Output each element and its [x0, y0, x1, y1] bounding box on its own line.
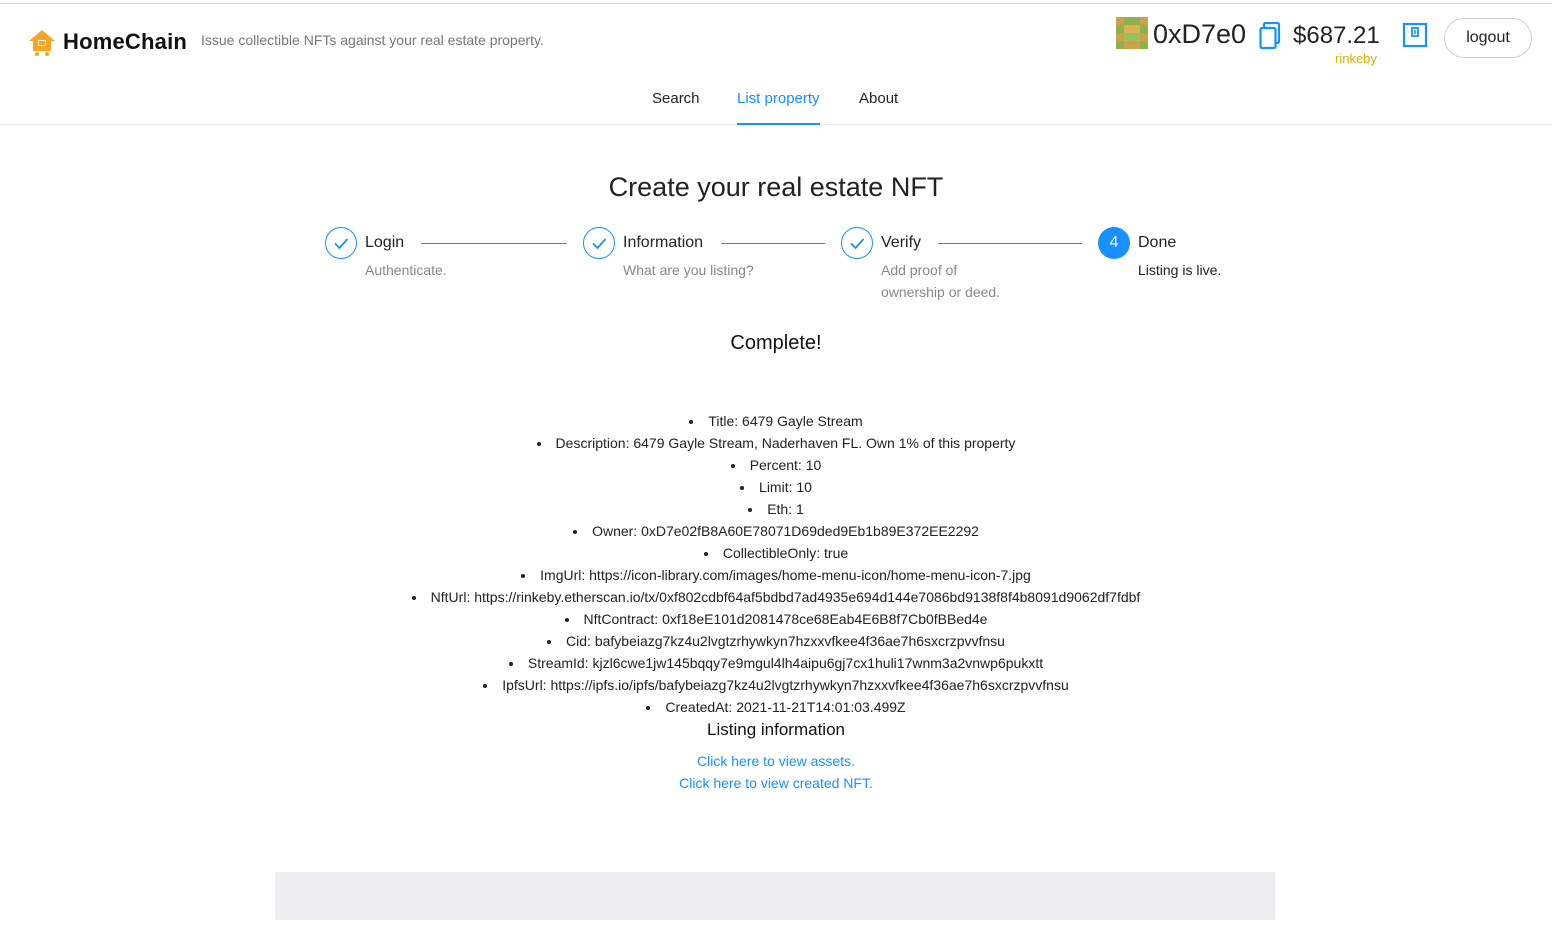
step-information-title: Information [623, 234, 704, 251]
detail-nft-url: NftUrl: https://rinkeby.etherscan.io/tx/… [0, 586, 1552, 608]
step-information-check-icon [583, 227, 615, 259]
step-connector [938, 243, 1082, 244]
detail-percent: Percent: 10 [0, 454, 1552, 476]
tab-about[interactable]: About [859, 90, 898, 125]
detail-ipfs-url: IpfsUrl: https://ipfs.io/ipfs/bafybeiazg… [0, 674, 1552, 696]
step-done-title: Done [1138, 234, 1177, 251]
detail-limit: Limit: 10 [0, 476, 1552, 498]
tagline: Issue collectible NFTs against your real… [201, 32, 544, 48]
identicon-avatar [1116, 17, 1148, 49]
view-nft-link[interactable]: Click here to view created NFT. [679, 775, 873, 791]
app-header: HomeChain Issue collectible NFTs against… [0, 0, 1552, 125]
detail-owner: Owner: 0xD7e02fB8A60E78071D69ded9Eb1b89E… [0, 520, 1552, 542]
nav-tabs: Search List property About [0, 90, 1552, 125]
detail-collectible-only: CollectibleOnly: true [0, 542, 1552, 564]
step-login-title: Login [365, 234, 405, 251]
logout-button[interactable]: logout [1444, 18, 1532, 58]
detail-nft-contract: NftContract: 0xf18eE101d2081478ce68Eab4E… [0, 608, 1552, 630]
footer-bar [275, 872, 1275, 920]
detail-created-at: CreatedAt: 2021-11-21T14:01:03.499Z [0, 696, 1552, 718]
detail-cid: Cid: bafybeiazg7kz4u2lvgtzrhywkyn7hzxxvf… [0, 630, 1552, 652]
wallet-balance: $687.21 [1293, 22, 1380, 49]
view-nft-row: Click here to view created NFT. [0, 775, 1552, 791]
step-verify-check-icon [841, 227, 873, 259]
view-assets-row: Click here to view assets. [0, 753, 1552, 769]
detail-img-url: ImgUrl: https://icon-library.com/images/… [0, 564, 1552, 586]
step-information-desc: What are you listing? [623, 262, 754, 278]
detail-title: Title: 6479 Gayle Stream [0, 410, 1552, 432]
page-title: Create your real estate NFT [608, 172, 944, 202]
step-done-number: 4 [1098, 227, 1130, 259]
step-verify-title: Verify [881, 234, 922, 251]
step-verify-desc: Add proof of ownership or deed. [881, 262, 1001, 300]
step-login-check-icon [325, 227, 357, 259]
view-assets-link[interactable]: Click here to view assets. [697, 753, 855, 769]
step-done-desc: Listing is live. [1138, 262, 1222, 278]
wallet-address: 0xD7e0 [1153, 19, 1247, 49]
step-connector [721, 243, 825, 244]
step-connector [421, 243, 567, 244]
network-label: rinkeby [1335, 51, 1377, 66]
listing-info-heading: Listing information [707, 720, 845, 739]
tab-list-property[interactable]: List property [737, 90, 820, 125]
copy-icon[interactable] [1259, 22, 1281, 50]
detail-stream-id: StreamId: kjzl6cwe1jw145bqqy7e9mgul4lh4a… [0, 652, 1552, 674]
detail-description: Description: 6479 Gayle Stream, Naderhav… [0, 432, 1552, 454]
tab-search[interactable]: Search [652, 90, 700, 125]
wallet-icon[interactable] [1402, 22, 1428, 48]
listing-details: Title: 6479 Gayle Stream Description: 64… [0, 410, 1552, 718]
step-login-desc: Authenticate. [365, 262, 447, 278]
complete-heading: Complete! [730, 332, 822, 354]
house-cart-icon [29, 30, 55, 56]
logo[interactable]: HomeChain [27, 27, 187, 57]
logo-text: HomeChain [63, 29, 188, 54]
detail-eth: Eth: 1 [0, 498, 1552, 520]
